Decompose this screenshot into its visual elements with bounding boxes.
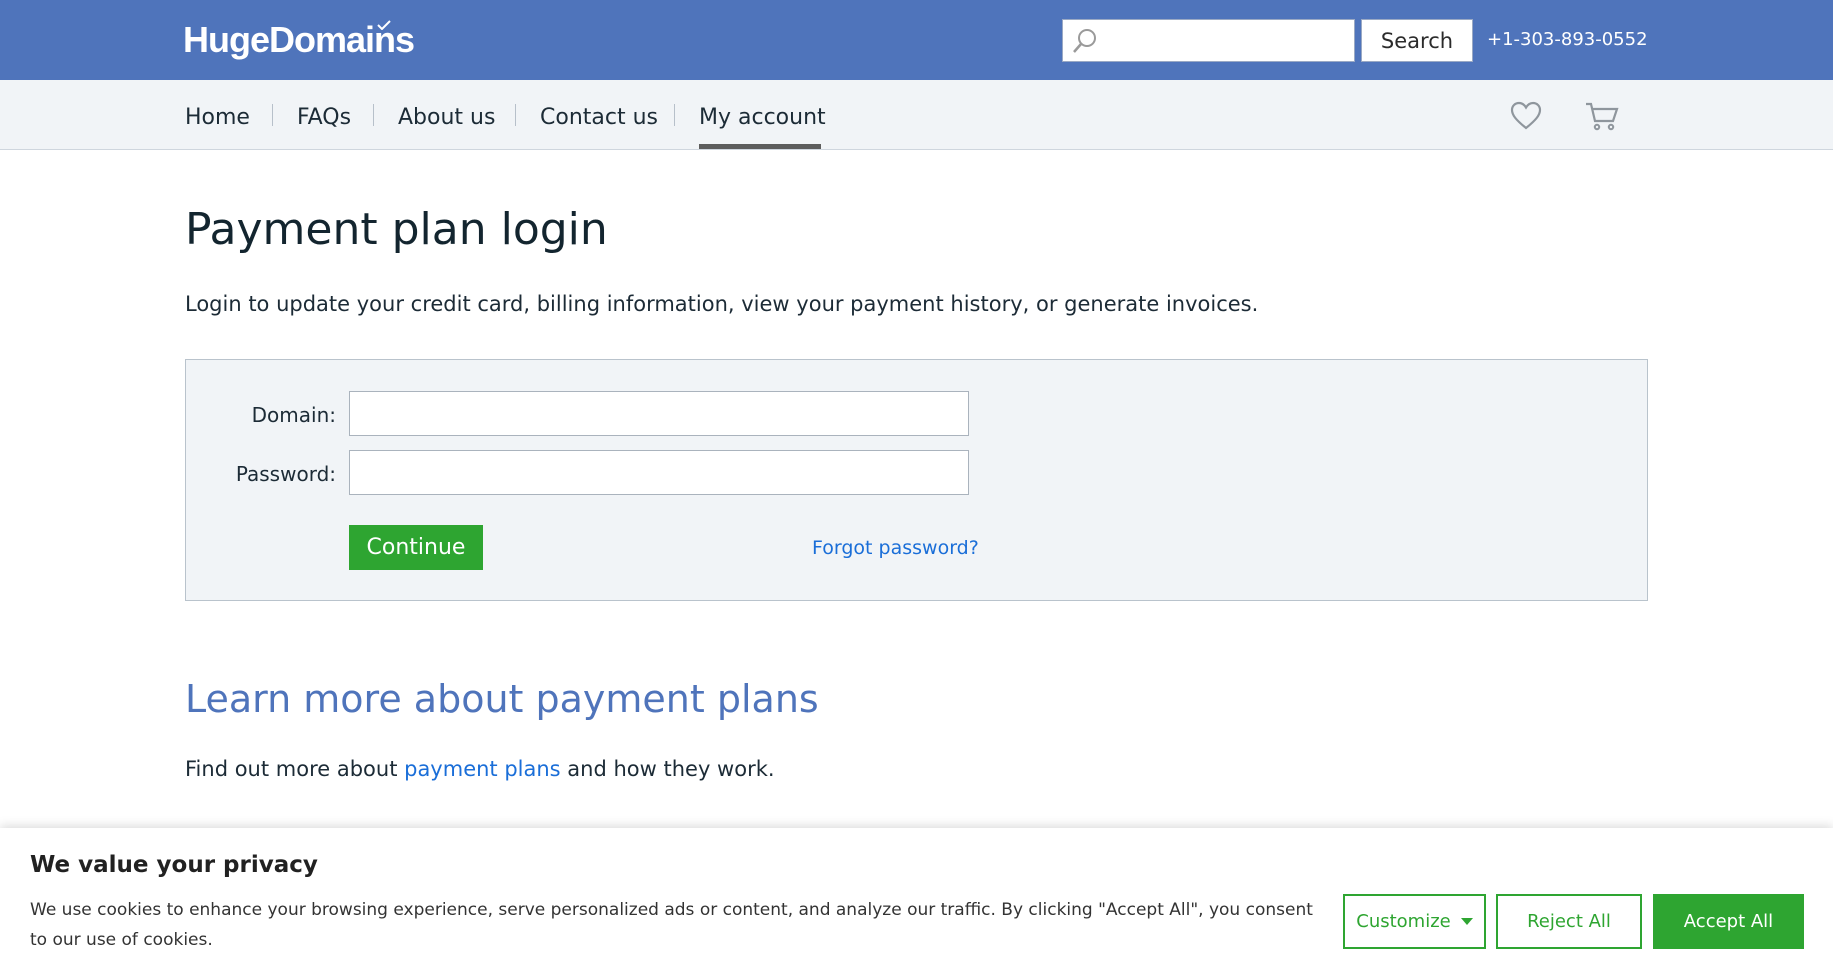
search-input[interactable]	[1062, 19, 1355, 62]
forgot-password-link[interactable]: Forgot password?	[812, 536, 979, 560]
payment-plans-link[interactable]: payment plans	[404, 757, 561, 781]
cookie-consent-banner: We value your privacy We use cookies to …	[0, 828, 1833, 975]
caret-down-icon	[1460, 918, 1473, 925]
customize-button[interactable]: Customize	[1343, 894, 1486, 949]
nav-item-contact-us[interactable]: Contact us	[540, 104, 658, 132]
nav-item-home[interactable]: Home	[185, 104, 250, 132]
cart-icon[interactable]	[1585, 100, 1619, 132]
nav-item-my-account[interactable]: My account	[699, 104, 826, 132]
learn-text-after: and how they work.	[560, 757, 775, 781]
customize-label: Customize	[1356, 911, 1451, 932]
nav-item-faqs[interactable]: FAQs	[297, 104, 351, 132]
search-button[interactable]: Search	[1361, 19, 1473, 62]
logo-check-mark-icon	[377, 20, 391, 30]
nav-divider	[373, 104, 374, 126]
heart-icon[interactable]	[1510, 100, 1542, 132]
nav-divider	[272, 104, 273, 126]
password-label: Password:	[235, 462, 336, 486]
nav-divider	[515, 104, 516, 126]
login-form-panel: Domain: Password: Continue Forgot passwo…	[185, 359, 1648, 601]
domain-label: Domain:	[251, 403, 336, 427]
cookie-text: We use cookies to enhance your browsing …	[30, 900, 1313, 950]
password-field[interactable]	[349, 450, 969, 495]
intro-text: Login to update your credit card, billin…	[185, 292, 1259, 316]
learn-text-before: Find out more about	[185, 757, 405, 781]
search-icon	[1073, 29, 1096, 53]
reject-all-button[interactable]: Reject All	[1496, 894, 1642, 949]
nav-item-about-us[interactable]: About us	[398, 104, 495, 132]
page-title: Payment plan login	[185, 204, 608, 255]
domain-field[interactable]	[349, 391, 969, 436]
accept-all-button[interactable]: Accept All	[1653, 894, 1804, 949]
learn-more-text: Find out more about payment plans and ho…	[185, 755, 775, 783]
cookie-title: We value your privacy	[30, 852, 318, 878]
continue-button[interactable]: Continue	[349, 525, 483, 570]
nav-divider	[674, 104, 675, 126]
main-nav: Home FAQs About us Contact us My account	[0, 80, 1833, 150]
active-tab-indicator	[699, 144, 821, 149]
learn-more-heading: Learn more about payment plans	[185, 677, 819, 721]
phone-number[interactable]: +1-303-893-0552	[1487, 28, 1648, 52]
top-header: HugeDomains Search +1-303-893-0552	[0, 0, 1833, 80]
